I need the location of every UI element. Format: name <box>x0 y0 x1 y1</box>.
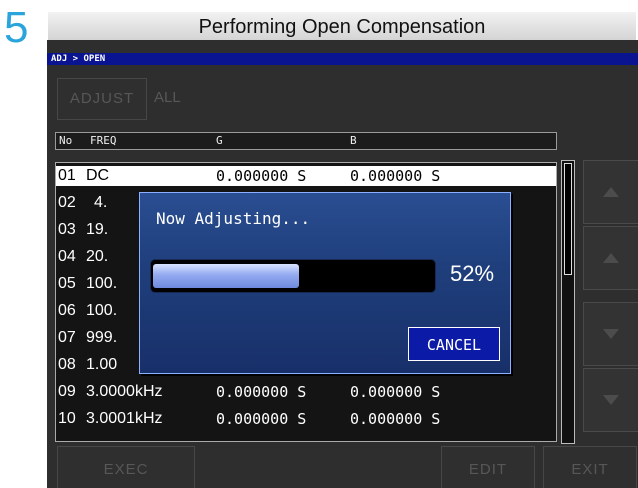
scrollbar[interactable] <box>561 160 575 444</box>
progress-bar-fill <box>153 264 299 288</box>
page-title: Performing Open Compensation <box>48 12 636 40</box>
page-up-button[interactable] <box>583 160 638 224</box>
row-number: 03 <box>58 221 76 238</box>
column-header-b: B <box>350 134 357 147</box>
column-header-no: No <box>59 134 73 147</box>
row-b-value: 0.000000 S <box>350 410 441 428</box>
row-number: 05 <box>58 275 76 292</box>
row-g-value: 0.000000 S <box>216 383 307 401</box>
row-g-value: 0.000000 S <box>216 410 307 428</box>
row-freq: 3.0000kHz <box>86 383 163 400</box>
table-row[interactable]: 10 3.0001kHz 0.000000 S 0.000000 S <box>56 409 556 429</box>
dialog-message: Now Adjusting... <box>156 209 311 228</box>
row-freq: DC <box>86 167 110 184</box>
cancel-button[interactable]: CANCEL <box>408 327 500 361</box>
all-label: ALL <box>154 89 181 106</box>
row-freq: 100. <box>86 302 118 319</box>
row-freq: 1.00 <box>86 356 118 373</box>
row-freq: 3.0001kHz <box>86 410 163 427</box>
scrollbar-thumb[interactable] <box>564 163 572 275</box>
edit-button[interactable]: EDIT <box>441 446 535 488</box>
row-freq: 100. <box>86 275 118 292</box>
page-down-button[interactable] <box>583 368 638 432</box>
row-number: 09 <box>58 383 76 400</box>
row-number: 06 <box>58 302 76 319</box>
scroll-down-button[interactable] <box>583 302 638 366</box>
device-screen: ADJ > OPEN ADJUST ALL No FREQ G B 01 DC … <box>47 40 638 488</box>
exec-button[interactable]: EXEC <box>57 446 195 488</box>
adjusting-dialog: Now Adjusting... 52% CANCEL <box>139 192 511 374</box>
scroll-up-button[interactable] <box>583 226 638 290</box>
progress-percent: 52% <box>450 261 495 286</box>
row-g-value: 0.000000 S <box>216 167 307 185</box>
adjust-button[interactable]: ADJUST <box>57 78 147 120</box>
row-number: 04 <box>58 248 76 265</box>
progress-bar <box>150 259 436 293</box>
row-b-value: 0.000000 S <box>350 383 441 401</box>
row-freq: 19. <box>86 221 109 238</box>
row-freq: 20. <box>86 248 109 265</box>
row-number: 02 <box>58 194 76 211</box>
column-header-g: G <box>216 134 223 147</box>
row-number: 10 <box>58 410 76 427</box>
row-freq: 999. <box>86 329 118 346</box>
row-number: 08 <box>58 356 76 373</box>
column-header-freq: FREQ <box>90 134 117 147</box>
table-row[interactable]: 01 DC 0.000000 S 0.000000 S <box>56 166 556 186</box>
row-number: 07 <box>58 329 76 346</box>
exit-button[interactable]: EXIT <box>543 446 637 488</box>
breadcrumb: ADJ > OPEN <box>47 53 638 65</box>
row-number: 01 <box>58 167 76 184</box>
table-row[interactable]: 09 3.0000kHz 0.000000 S 0.000000 S <box>56 382 556 402</box>
row-freq: 4. <box>94 194 108 211</box>
table-header: No FREQ G B <box>55 132 557 150</box>
step-number: 5 <box>4 3 29 52</box>
row-b-value: 0.000000 S <box>350 167 441 185</box>
